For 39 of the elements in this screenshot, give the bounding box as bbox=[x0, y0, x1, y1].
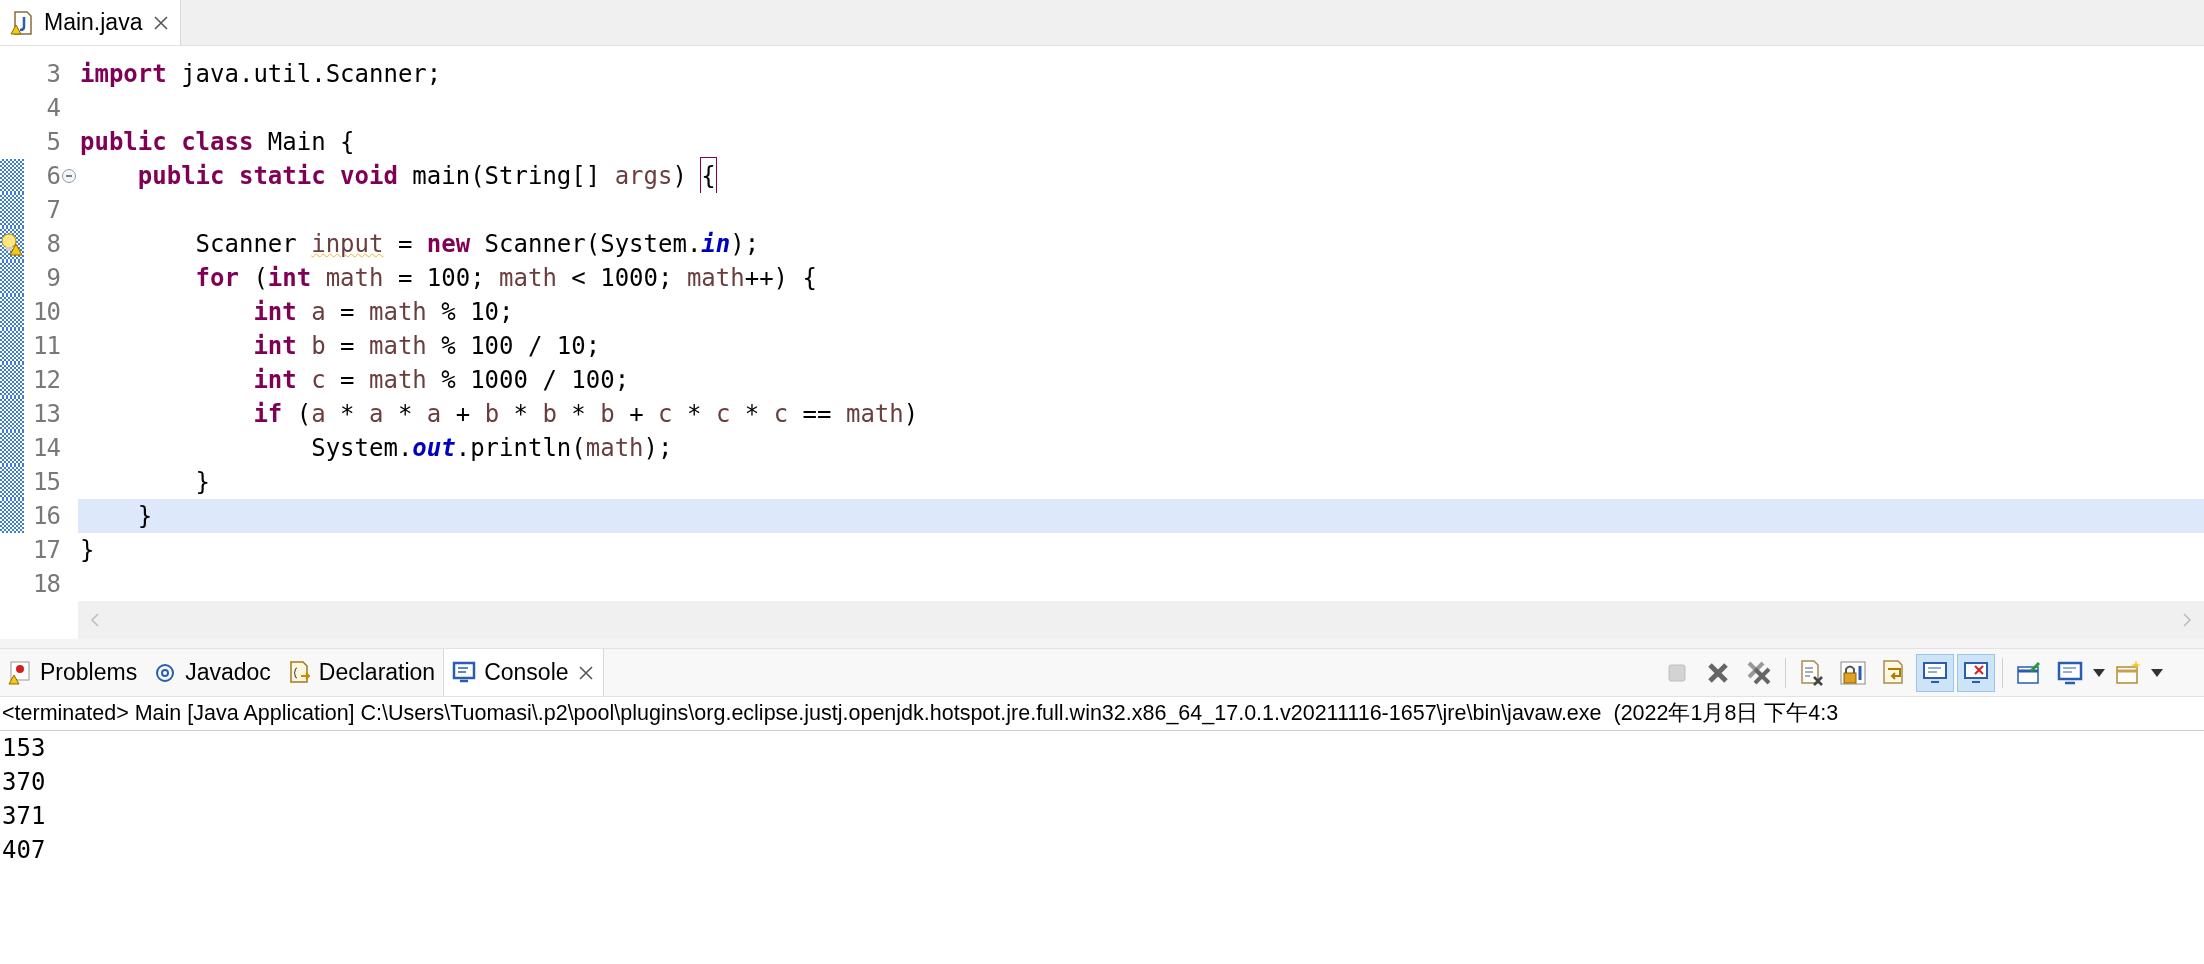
panel-tab[interactable]: Javadoc bbox=[145, 649, 279, 696]
line-number: 15 bbox=[32, 467, 60, 498]
console-output-line: 370 bbox=[1, 767, 46, 798]
line-number: 6 bbox=[45, 161, 60, 192]
lightbulb-warning-icon[interactable] bbox=[0, 232, 24, 256]
line-number: 17 bbox=[32, 535, 60, 566]
line-number: 3 bbox=[45, 59, 60, 90]
editor-tab[interactable]: Main.java bbox=[0, 0, 182, 45]
panel-tab[interactable]: Problems bbox=[0, 649, 146, 696]
dropdown-caret-icon[interactable] bbox=[2092, 667, 2106, 678]
line-number: 11 bbox=[32, 331, 60, 362]
clear-document-icon bbox=[1798, 658, 1826, 687]
show-on-out-button[interactable] bbox=[1916, 653, 1954, 692]
lock-icon bbox=[1839, 658, 1867, 687]
console-output-line: 407 bbox=[1, 835, 46, 866]
console-header: <terminated> Main [Java Application] C:\Users\Tuomasi\.p2\pool\plugins\org.eclipse.justj.openjdk.hotspot.jre.full.win32.x86_64_17.0.1.v20211116-1657\jre\bin\javaw.exe (2022年1月8日 下午4:3 bbox=[0, 697, 2204, 731]
line-number: 10 bbox=[32, 297, 60, 328]
line-number: 12 bbox=[32, 365, 60, 396]
close-icon[interactable] bbox=[576, 663, 595, 682]
console-output-line: 153 bbox=[1, 733, 46, 764]
line-number: 5 bbox=[45, 127, 60, 158]
line-number: 13 bbox=[32, 399, 60, 430]
close-icon[interactable] bbox=[152, 13, 171, 32]
show-on-err-button[interactable] bbox=[1957, 653, 1995, 692]
line-number: 9 bbox=[45, 263, 60, 294]
line-number: 18 bbox=[32, 569, 60, 600]
line-number: 8 bbox=[45, 229, 60, 260]
panel-tab[interactable]: Console bbox=[443, 649, 604, 696]
java-file-icon bbox=[10, 9, 34, 36]
line-number: 4 bbox=[45, 93, 60, 124]
line-number: 16 bbox=[32, 501, 60, 532]
line-number: 7 bbox=[45, 195, 60, 226]
line-number: 14 bbox=[32, 433, 60, 464]
dropdown-caret-icon[interactable] bbox=[2150, 667, 2164, 678]
collapse-icon[interactable] bbox=[61, 168, 77, 184]
console-output-line: 371 bbox=[1, 801, 46, 832]
panel-tab[interactable]: Declaration bbox=[278, 649, 444, 696]
current-line-highlight: } bbox=[78, 499, 2204, 533]
problems-icon bbox=[8, 659, 32, 686]
